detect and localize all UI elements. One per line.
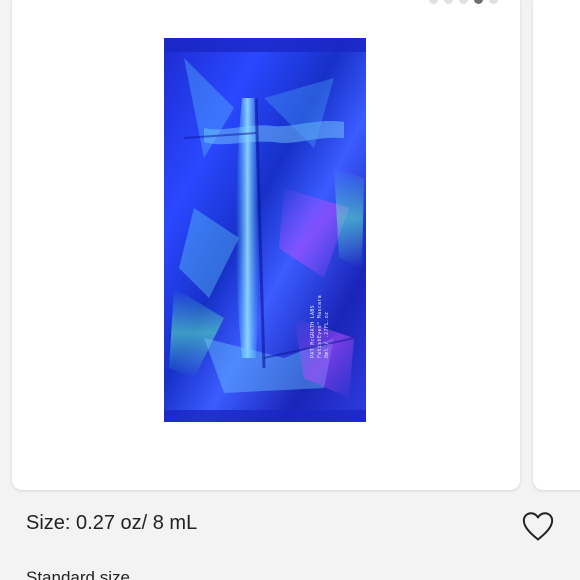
carousel-dot[interactable] xyxy=(489,0,498,4)
product-standard-size: Standard size xyxy=(26,568,130,580)
carousel-pagination xyxy=(429,0,498,4)
product-size: Size: 0.27 oz/ 8 mL xyxy=(26,512,198,534)
carousel-dot[interactable] xyxy=(429,0,438,4)
product-page: PAT McGRATH LABS FetishEyes™ Mascara 8ml… xyxy=(0,0,580,580)
carousel-slide-next-peek[interactable] xyxy=(533,0,580,490)
carousel-slide-current[interactable]: PAT McGRATH LABS FetishEyes™ Mascara 8ml… xyxy=(12,0,520,490)
product-info: Size: 0.27 oz/ 8 mL Standard size xyxy=(0,500,580,580)
package-label-line: FetishEyes™ Mascara xyxy=(317,295,323,358)
carousel-dot-active[interactable] xyxy=(474,0,483,4)
image-carousel[interactable]: PAT McGRATH LABS FetishEyes™ Mascara 8ml… xyxy=(0,0,580,500)
heart-outline-icon xyxy=(522,512,554,541)
package-label-line: PAT McGRATH LABS xyxy=(310,305,316,358)
package-label-line: 8ml / .27FL.oz xyxy=(324,312,330,358)
product-image: PAT McGRATH LABS FetishEyes™ Mascara 8ml… xyxy=(164,38,366,422)
favorite-button[interactable] xyxy=(518,507,558,545)
carousel-dot[interactable] xyxy=(459,0,468,4)
carousel-dot[interactable] xyxy=(444,0,453,4)
